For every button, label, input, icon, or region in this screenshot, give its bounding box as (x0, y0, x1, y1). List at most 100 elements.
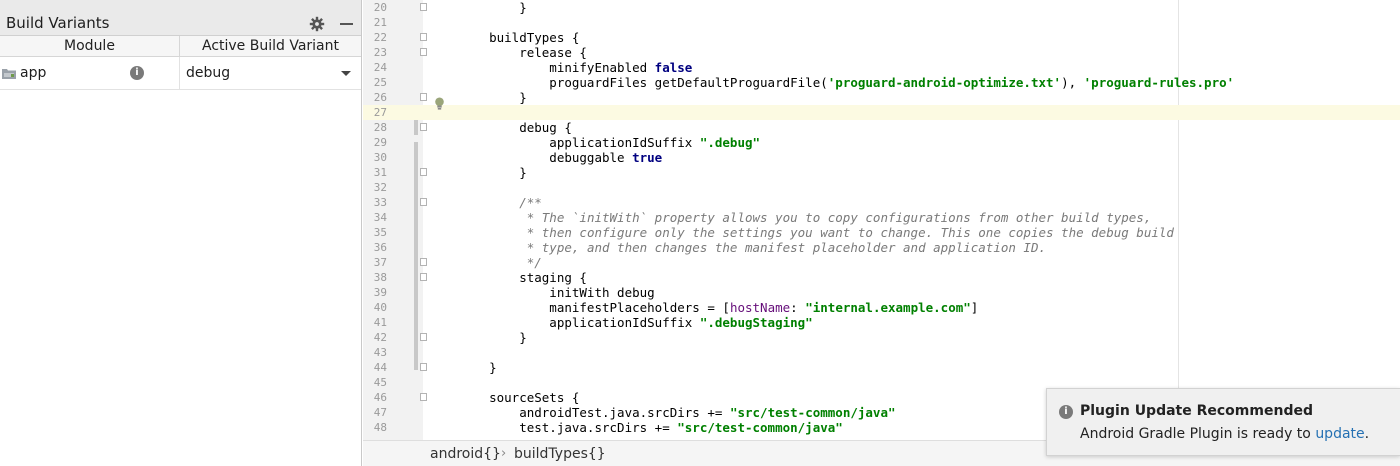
code-text[interactable]: } (459, 90, 527, 105)
code-line[interactable]: 30 debuggable true (363, 150, 1400, 165)
code-text[interactable]: applicationIdSuffix ".debugStaging" (459, 315, 812, 330)
fold-marker-icon[interactable] (420, 333, 427, 341)
code-line[interactable]: 39 initWith debug (363, 285, 1400, 300)
fold-marker-icon[interactable] (420, 48, 427, 56)
line-number[interactable]: 36 (363, 240, 387, 255)
fold-marker-icon[interactable] (420, 273, 427, 281)
line-number[interactable]: 37 (363, 255, 387, 270)
build-variant-select[interactable]: debug (180, 57, 361, 89)
code-line[interactable]: 20 } (363, 0, 1400, 15)
code-text[interactable]: minifyEnabled false (459, 60, 692, 75)
code-line[interactable]: 44 } (363, 360, 1400, 375)
code-line[interactable]: 33 /** (363, 195, 1400, 210)
line-number[interactable]: 43 (363, 345, 387, 360)
line-number[interactable]: 31 (363, 165, 387, 180)
code-text[interactable]: debuggable true (459, 150, 662, 165)
code-line[interactable]: 35 * then configure only the settings yo… (363, 225, 1400, 240)
code-line[interactable]: 40 manifestPlaceholders = [hostName: "in… (363, 300, 1400, 315)
code-text[interactable]: } (459, 360, 497, 375)
fold-marker-icon[interactable] (420, 123, 427, 131)
plugin-update-notification[interactable]: i Plugin Update Recommended Android Grad… (1046, 388, 1400, 456)
code-text[interactable]: applicationIdSuffix ".debug" (459, 135, 760, 150)
column-header-active-build-variant[interactable]: Active Build Variant (180, 36, 361, 56)
chevron-down-icon[interactable] (341, 71, 351, 76)
code-line[interactable]: 24 minifyEnabled false (363, 60, 1400, 75)
fold-marker-icon[interactable] (420, 3, 427, 11)
code-line[interactable]: 26 } (363, 90, 1400, 105)
line-number[interactable]: 26 (363, 90, 387, 105)
fold-marker-icon[interactable] (420, 168, 427, 176)
code-text[interactable]: * type, and then changes the manifest pl… (459, 240, 1046, 255)
code-line[interactable]: 25 proguardFiles getDefaultProguardFile(… (363, 75, 1400, 90)
gear-icon[interactable] (309, 16, 325, 32)
code-line[interactable]: 37 */ (363, 255, 1400, 270)
line-number[interactable]: 45 (363, 375, 387, 390)
code-line[interactable]: 34 * The `initWith` property allows you … (363, 210, 1400, 225)
table-row[interactable]: app i debug (0, 57, 361, 90)
code-line[interactable]: 29 applicationIdSuffix ".debug" (363, 135, 1400, 150)
line-number[interactable]: 41 (363, 315, 387, 330)
update-link[interactable]: update (1315, 426, 1364, 442)
breadcrumb-item-android[interactable]: android{} (430, 445, 501, 463)
code-text[interactable]: } (459, 330, 527, 345)
line-number[interactable]: 32 (363, 180, 387, 195)
code-text[interactable]: /** (459, 195, 542, 210)
fold-marker-icon[interactable] (420, 93, 427, 101)
info-icon[interactable]: i (130, 66, 144, 80)
code-line[interactable]: 22 buildTypes { (363, 30, 1400, 45)
code-line[interactable]: 32 (363, 180, 1400, 195)
line-number[interactable]: 39 (363, 285, 387, 300)
code-line[interactable]: 43 (363, 345, 1400, 360)
code-text[interactable]: proguardFiles getDefaultProguardFile('pr… (459, 75, 1234, 90)
line-number[interactable]: 47 (363, 405, 387, 420)
line-number[interactable]: 34 (363, 210, 387, 225)
breadcrumb-item-buildtypes[interactable]: buildTypes{} (514, 445, 606, 463)
column-header-module[interactable]: Module (0, 36, 180, 56)
code-text[interactable]: manifestPlaceholders = [hostName: "inter… (459, 300, 978, 315)
code-text[interactable]: release { (459, 45, 587, 60)
line-number[interactable]: 25 (363, 75, 387, 90)
line-number[interactable]: 42 (363, 330, 387, 345)
code-text[interactable]: test.java.srcDirs += "src/test-common/ja… (459, 420, 843, 435)
line-number[interactable]: 44 (363, 360, 387, 375)
code-line[interactable]: 27 (363, 105, 1400, 120)
fold-marker-icon[interactable] (420, 363, 427, 371)
code-text[interactable]: * The `initWith` property allows you to … (459, 210, 1152, 225)
code-line[interactable]: 23 release { (363, 45, 1400, 60)
code-line[interactable]: 28 debug { (363, 120, 1400, 135)
code-line[interactable]: 38 staging { (363, 270, 1400, 285)
fold-marker-icon[interactable] (420, 33, 427, 41)
code-text[interactable]: initWith debug (459, 285, 654, 300)
line-number[interactable]: 21 (363, 15, 387, 30)
fold-marker-icon[interactable] (420, 393, 427, 401)
minimize-icon[interactable] (340, 23, 353, 25)
line-number[interactable]: 24 (363, 60, 387, 75)
line-number[interactable]: 20 (363, 0, 387, 15)
line-number[interactable]: 33 (363, 195, 387, 210)
code-text[interactable]: */ (459, 255, 542, 270)
line-number[interactable]: 48 (363, 420, 387, 435)
line-number[interactable]: 40 (363, 300, 387, 315)
code-text[interactable]: sourceSets { (459, 390, 579, 405)
code-line[interactable]: 42 } (363, 330, 1400, 345)
code-text[interactable]: buildTypes { (459, 30, 579, 45)
line-number[interactable]: 35 (363, 225, 387, 240)
line-number[interactable]: 46 (363, 390, 387, 405)
line-number[interactable]: 23 (363, 45, 387, 60)
line-number[interactable]: 38 (363, 270, 387, 285)
code-text[interactable]: } (459, 165, 527, 180)
lightbulb-icon[interactable] (434, 97, 445, 110)
fold-marker-icon[interactable] (420, 258, 427, 266)
code-line[interactable]: 31 } (363, 165, 1400, 180)
code-line[interactable]: 41 applicationIdSuffix ".debugStaging" (363, 315, 1400, 330)
line-number[interactable]: 28 (363, 120, 387, 135)
code-text[interactable]: debug { (459, 120, 572, 135)
code-text[interactable]: staging { (459, 270, 587, 285)
code-line[interactable]: 21 (363, 15, 1400, 30)
line-number[interactable]: 22 (363, 30, 387, 45)
module-cell[interactable]: app i (0, 57, 180, 89)
line-number[interactable]: 27 (363, 105, 387, 120)
line-number[interactable]: 30 (363, 150, 387, 165)
code-line[interactable]: 36 * type, and then changes the manifest… (363, 240, 1400, 255)
code-text[interactable]: } (459, 0, 527, 15)
